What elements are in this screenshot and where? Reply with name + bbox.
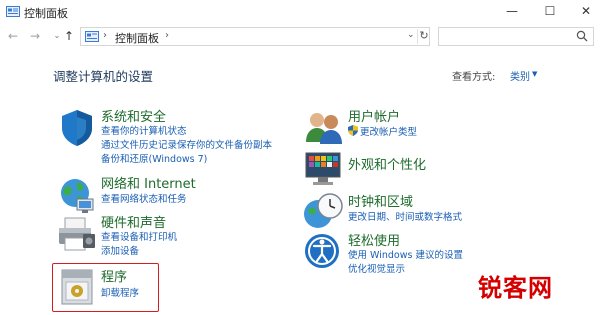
link-add-device[interactable]: 添加设备 (101, 243, 139, 257)
ease-of-access-icon[interactable] (302, 229, 346, 273)
link-backup-restore-win7[interactable]: 备份和还原(Windows 7) (101, 151, 207, 165)
search-input[interactable] (438, 27, 594, 46)
control-panel-icon (85, 31, 99, 42)
minimize-button[interactable]: — (498, 0, 526, 22)
chevron-down-icon[interactable]: ▼ (532, 70, 537, 78)
clock-globe-icon[interactable] (302, 190, 346, 234)
uac-shield-icon (348, 125, 358, 136)
category-user-accounts[interactable]: 用户帐户 (348, 106, 400, 125)
refresh-button[interactable]: ↻ (417, 29, 430, 44)
page-title: 调整计算机的设置 (53, 69, 154, 84)
link-view-computer-status[interactable]: 查看你的计算机状态 (101, 123, 187, 137)
link-file-history-backup[interactable]: 通过文件历史记录保存你的文件备份副本 (101, 137, 272, 151)
link-view-network-status[interactable]: 查看网络状态和任务 (101, 191, 187, 205)
search-icon (576, 30, 588, 42)
forward-button[interactable]: → (28, 29, 42, 43)
category-clock-region[interactable]: 时钟和区域 (348, 191, 413, 210)
network-globe-icon[interactable] (55, 173, 99, 217)
appearance-personalization-icon[interactable] (302, 147, 346, 191)
link-change-account-type[interactable]: 更改帐户类型 (360, 124, 417, 138)
printer-icon[interactable] (55, 212, 99, 256)
link-use-recommended-settings[interactable]: 使用 Windows 建议的设置 (348, 247, 463, 261)
link-change-date-time-format[interactable]: 更改日期、时间或数字格式 (348, 209, 462, 223)
close-button[interactable]: ✕ (572, 0, 600, 22)
link-optimize-visual-display[interactable]: 优化视觉显示 (348, 261, 405, 275)
breadcrumb-control-panel[interactable]: 控制面板 (115, 30, 159, 46)
category-network-internet[interactable]: 网络和 Internet (101, 173, 196, 192)
window-title: 控制面板 (24, 7, 68, 20)
maximize-button[interactable]: ☐ (536, 0, 564, 22)
view-by-label: 查看方式: (452, 72, 496, 83)
shield-icon[interactable] (55, 106, 99, 150)
breadcrumb-separator[interactable]: › (103, 30, 107, 41)
breadcrumb-separator[interactable]: › (165, 30, 169, 41)
user-accounts-icon[interactable] (302, 106, 346, 150)
back-button[interactable]: ← (6, 29, 20, 43)
view-by-dropdown[interactable]: 类别 (510, 68, 530, 83)
link-view-devices-printers[interactable]: 查看设备和打印机 (101, 229, 177, 243)
title-bar: 控制面板 — ☐ ✕ (0, 0, 600, 24)
address-dropdown-button[interactable]: ⌄ (407, 30, 415, 40)
control-panel-icon (6, 6, 20, 17)
address-bar[interactable]: › 控制面板 › ⌄ ↻ (80, 27, 430, 46)
programs-highlight-box (52, 263, 159, 312)
category-appearance-personalization[interactable]: 外观和个性化 (348, 154, 426, 173)
up-button[interactable]: ↑ (62, 29, 76, 43)
watermark-logo: 锐客网 (478, 274, 553, 302)
navigation-bar: ← → ⌄ ↑ › 控制面板 › ⌄ ↻ (0, 24, 600, 50)
